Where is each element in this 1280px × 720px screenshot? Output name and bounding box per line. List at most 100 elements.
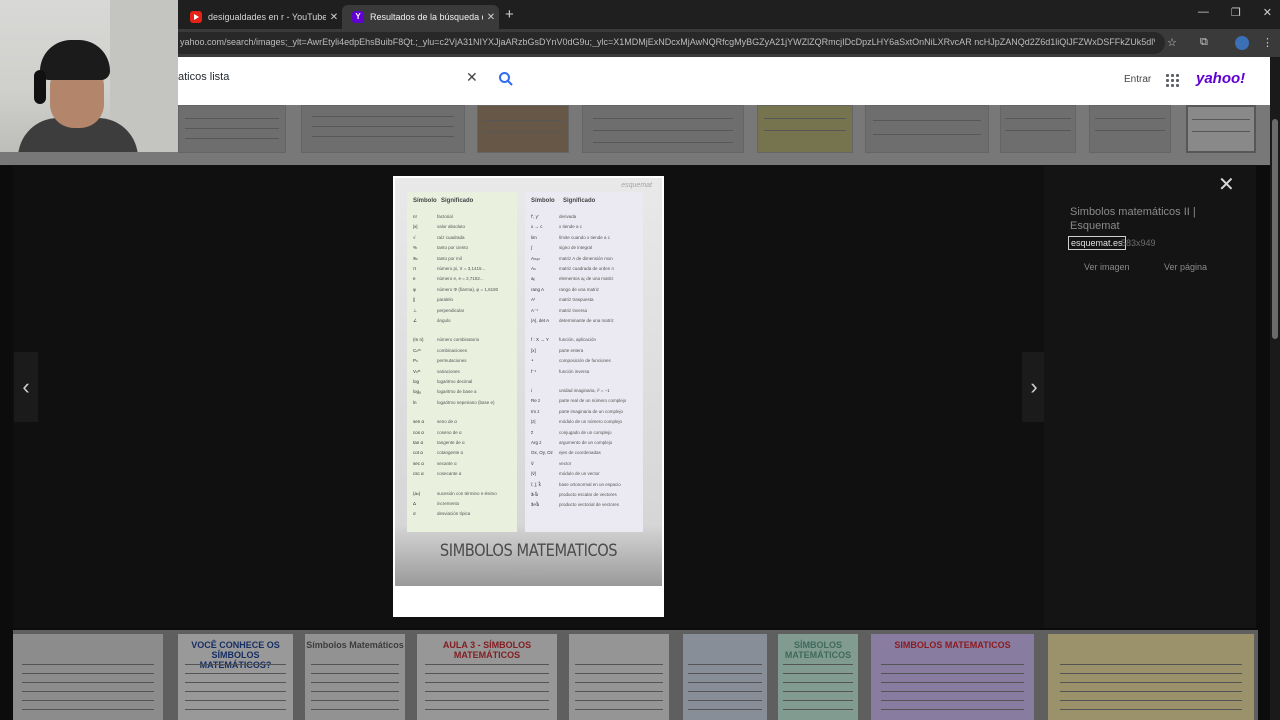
image-source[interactable]: esquemat.es (1068, 236, 1126, 250)
symbol: v⃗ (531, 460, 534, 466)
new-tab-button[interactable]: + (505, 6, 514, 23)
symbol-row: i unidad imaginaria, i² = −1 (531, 388, 610, 394)
symbol: i (531, 388, 532, 393)
page-scrollbar[interactable] (1270, 57, 1280, 720)
meaning: número pi, π = 3,1415... (437, 266, 486, 271)
meaning: tangente de α (437, 440, 465, 445)
meaning: módulo de un número complejo (559, 419, 623, 425)
symbol: Pₙ (413, 358, 418, 364)
meaning: combinaciones (437, 347, 468, 353)
meaning: secante α (437, 460, 457, 466)
column-header: Significado (441, 198, 474, 204)
signin-link[interactable]: Entrar (1124, 74, 1151, 85)
menu-icon[interactable]: ⋮ (1262, 36, 1273, 49)
yahoo-favicon-icon: Y (352, 11, 364, 23)
tab-yahoo[interactable]: Y Resultados de la búsqueda de ✕ (342, 5, 499, 29)
symbol-row: f⁻¹ función inversa (531, 369, 589, 375)
meaning: determinante de una matriz (559, 318, 614, 323)
meaning: límite cuando x tiende a c (559, 234, 611, 240)
column-header: Significado (563, 198, 596, 204)
poster-body: esquemat Símbolo Significado n! factorial… (395, 178, 662, 586)
meaning: derivada (559, 214, 577, 219)
extensions-icon[interactable]: ⧉ (1200, 36, 1208, 49)
symbol: |v⃗| (531, 471, 537, 477)
symbol: lim (531, 234, 537, 240)
symbol: [x] (531, 347, 536, 353)
meaning: número Φ (fiarma), φ = 1,6180 (437, 286, 499, 292)
symbol-row: rang A rango de una matriz (531, 287, 599, 293)
view-page-button[interactable]: Ver página (1164, 262, 1207, 278)
symbol-row: cot α cotangente α (413, 450, 463, 456)
meaning: módulo de un vector (559, 471, 600, 477)
symbol-row: v⃗ vector (531, 461, 571, 467)
symbol-row: ∥ paralelo (413, 297, 453, 303)
meaning: tanto por mil (437, 255, 462, 261)
scrollbar-thumb[interactable] (1272, 119, 1278, 339)
symbol-row: (aₙ) sucesión con término n-ésimo (413, 491, 497, 497)
meaning: función inversa (559, 368, 590, 374)
chevron-left-icon[interactable]: ‹ (14, 352, 38, 422)
poster-subtitle: parte II (514, 567, 543, 577)
bottom-dim (13, 630, 1258, 720)
image-title[interactable]: Simbolos matemáticos II | Esquemat (1070, 205, 1220, 233)
symbol-row: [x] parte entera (531, 348, 583, 354)
headphones (34, 70, 46, 104)
symbol: ⊥ (413, 307, 417, 313)
url-bar[interactable]: yahoo.com/search/images;_ylt=AwrEtyli4ed… (170, 32, 1165, 54)
symbol: A⁻¹ (531, 307, 538, 313)
minimize-button[interactable]: — (1198, 6, 1209, 19)
clear-search-icon[interactable]: ✕ (466, 69, 478, 86)
symbol: sen α (413, 419, 425, 425)
chevron-right-icon[interactable]: › (1022, 352, 1046, 422)
meaning: argumento de un complejo (559, 440, 613, 445)
meaning: valor absoluto (437, 224, 466, 230)
image-dimensions: 583x949 (1121, 238, 1156, 248)
yahoo-logo[interactable]: yahoo! (1196, 70, 1245, 87)
search-icon[interactable] (498, 71, 514, 87)
meaning: parte imaginaria de un complejo (559, 408, 624, 414)
meaning: matriz A de dimensión mxn (559, 255, 613, 261)
view-image-button[interactable]: Ver imagen (1084, 262, 1130, 278)
close-icon[interactable]: ✕ (1218, 172, 1235, 197)
profile-avatar[interactable] (1235, 36, 1249, 50)
preview-image[interactable]: esquemat Símbolo Significado n! factorial… (393, 176, 664, 617)
symbol-row: Re z parte real de un número complejo (531, 398, 626, 404)
symbol-row: Aₘₓₙ matriz A de dimensión mxn (531, 256, 613, 262)
meaning: seno de α (437, 419, 457, 425)
tab-close-icon[interactable]: ✕ (483, 12, 499, 23)
symbol: (m n) (413, 337, 424, 343)
symbol: Aₘₓₙ (531, 255, 541, 261)
meaning: composición de funciones (559, 358, 611, 364)
tab-close-icon[interactable]: ✕ (326, 12, 342, 23)
meaning: logaritmo decimal (437, 379, 473, 384)
symbol: ∥ (413, 297, 416, 303)
poster-title: SIMBOLOS MATEMATICOS (439, 541, 618, 561)
column-header: Símbolo (413, 198, 437, 204)
meaning: incremento (437, 501, 460, 506)
search-input[interactable]: aticos lista (178, 71, 229, 83)
symbol-row: % tanto por ciento (413, 245, 468, 251)
meaning: perpendicular (437, 307, 465, 313)
symbol-row: |v⃗| módulo de un vector (531, 471, 600, 477)
meaning: base ortonormal en un espacio (559, 481, 621, 487)
symbol: |z| (531, 419, 536, 425)
tab-youtube[interactable]: desigualdades en r - YouTube ✕ (180, 5, 342, 29)
apps-grid-icon[interactable] (1166, 74, 1179, 87)
star-icon[interactable]: ☆ (1167, 36, 1177, 49)
symbol: logₐ (413, 389, 421, 395)
meaning: matriz traspuesta (559, 297, 594, 303)
symbol-row: f', y' derivada (531, 214, 576, 220)
symbol: ∫ (531, 245, 533, 251)
symbol-row: aᵢⱼ elementos aᵢⱼ de una matriz (531, 276, 614, 282)
close-window-button[interactable]: ✕ (1263, 6, 1272, 19)
symbol: √ (413, 234, 416, 240)
meaning: paralelo (437, 297, 454, 303)
symbol: x → c (531, 224, 543, 230)
symbol-row: e número e, e = 2,7182... (413, 276, 484, 282)
meaning: ángulo (437, 318, 451, 323)
meaning: parte entera (559, 347, 584, 353)
symbol-row: Aᵗ matriz traspuesta (531, 297, 594, 303)
restore-button[interactable]: ❐ (1231, 6, 1241, 19)
meaning: desviación típica (437, 511, 471, 517)
symbol: cos α (413, 429, 424, 435)
